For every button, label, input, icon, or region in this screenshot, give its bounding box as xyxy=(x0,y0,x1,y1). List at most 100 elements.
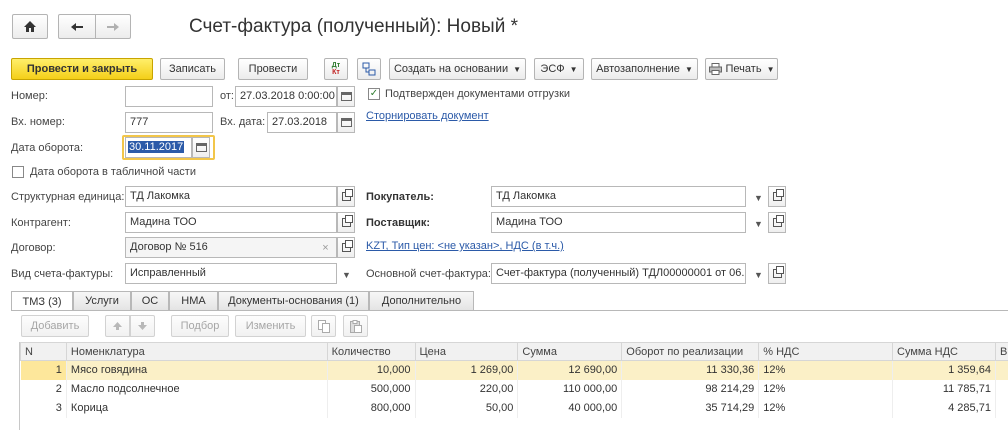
tab-tmz[interactable]: ТМЗ (3) xyxy=(11,291,73,311)
reverse-document-link[interactable]: Сторнировать документ xyxy=(366,110,489,122)
cell-n[interactable]: 1 xyxy=(20,360,67,380)
create-based-on-button[interactable]: Создать на основании ▼ xyxy=(389,58,526,80)
column-header[interactable]: Сумма НДС xyxy=(892,342,996,361)
column-header[interactable]: Сумма xyxy=(517,342,623,361)
base-invoice-dropdown-icon[interactable]: ▼ xyxy=(749,265,768,284)
calendar-icon xyxy=(340,92,352,101)
column-header[interactable]: В xyxy=(994,342,1008,361)
tab-services[interactable]: Услуги xyxy=(73,291,131,310)
paste-button[interactable] xyxy=(343,315,368,337)
selection-button[interactable]: Подбор xyxy=(171,315,229,337)
base-invoice-field[interactable]: Счет-фактура (полученный) ТДЛ00000001 от… xyxy=(491,263,746,284)
cell-price[interactable]: 1 269,00 xyxy=(415,360,519,380)
cell-vat-sum[interactable]: 4 285,71 xyxy=(892,398,996,418)
table-row[interactable]: 2 Масло подсолнечное 500,000 220,00 110 … xyxy=(20,379,1008,399)
buyer-open-button[interactable] xyxy=(768,186,786,207)
cell-extra[interactable] xyxy=(995,360,1008,380)
column-header[interactable]: N xyxy=(20,342,67,361)
cell-vat-rate[interactable]: 12% xyxy=(758,398,894,418)
column-header[interactable]: Цена xyxy=(414,342,519,361)
cell-vat-sum[interactable]: 1 359,64 xyxy=(892,360,996,380)
column-header[interactable]: Оборот по реализации xyxy=(621,342,760,361)
move-up-button[interactable] xyxy=(105,315,130,337)
cell-vat-rate[interactable]: 12% xyxy=(758,379,894,399)
date-from-field[interactable]: 27.03.2018 0:00:00 xyxy=(235,86,337,107)
cell-vat-sum[interactable]: 11 785,71 xyxy=(892,379,996,399)
cell-price[interactable]: 220,00 xyxy=(415,379,519,399)
in-date-calendar-button[interactable] xyxy=(337,112,355,133)
cell-turnover[interactable]: 35 714,29 xyxy=(621,398,760,418)
turnover-in-table-checkbox[interactable] xyxy=(12,166,24,178)
counterparty-open-button[interactable] xyxy=(337,212,355,233)
cell-sum[interactable]: 40 000,00 xyxy=(517,398,623,418)
supplier-field[interactable]: Мадина ТОО xyxy=(491,212,746,233)
buyer-field[interactable]: ТД Лакомка xyxy=(491,186,746,207)
change-button[interactable]: Изменить xyxy=(235,315,306,337)
counterparty-field[interactable]: Мадина ТОО xyxy=(125,212,337,233)
print-button[interactable]: Печать ▼ xyxy=(705,58,778,80)
tab-base-documents[interactable]: Документы-основания (1) xyxy=(218,291,369,310)
cell-qty[interactable]: 10,000 xyxy=(327,360,416,380)
cell-vat-rate[interactable]: 12% xyxy=(758,360,894,380)
in-number-field[interactable]: 777 xyxy=(125,112,213,133)
arrow-right-icon xyxy=(107,22,119,31)
page-title: Счет-фактура (полученный): Новый * xyxy=(189,16,518,37)
cell-n[interactable]: 3 xyxy=(20,398,67,418)
autofill-button[interactable]: Автозаполнение ▼ xyxy=(591,58,698,80)
contract-label: Договор: xyxy=(11,242,56,254)
post-button[interactable]: Провести xyxy=(238,58,308,80)
calendar-icon xyxy=(340,118,352,127)
column-header[interactable]: Номенклатура xyxy=(65,342,328,361)
cell-qty[interactable]: 500,000 xyxy=(327,379,416,399)
clear-icon[interactable]: × xyxy=(316,238,335,257)
tab-additional[interactable]: Дополнительно xyxy=(369,291,474,310)
number-field[interactable] xyxy=(125,86,213,107)
contract-open-button[interactable] xyxy=(337,237,355,258)
column-header[interactable]: % НДС xyxy=(758,342,894,361)
cell-name[interactable]: Корица xyxy=(66,398,328,418)
tab-fixed-assets[interactable]: ОС xyxy=(131,291,169,310)
table-row[interactable]: 1 Мясо говядина 10,000 1 269,00 12 690,0… xyxy=(20,360,1008,380)
price-settings-link[interactable]: KZT, Тип цен: <не указан>, НДС (в т.ч.) xyxy=(366,240,564,252)
turnover-date-field[interactable]: 30.11.2017 xyxy=(125,137,192,158)
table-row[interactable]: 3 Корица 800,000 50,00 40 000,00 35 714,… xyxy=(20,398,1008,418)
structure-button[interactable] xyxy=(357,58,381,80)
forward-button[interactable] xyxy=(95,14,131,39)
cell-name[interactable]: Мясо говядина xyxy=(66,360,328,380)
cell-sum[interactable]: 12 690,00 xyxy=(517,360,623,380)
confirmed-checkbox[interactable]: ✓ xyxy=(368,88,380,100)
cell-qty[interactable]: 800,000 xyxy=(327,398,416,418)
cell-turnover[interactable]: 11 330,36 xyxy=(621,360,760,380)
invoice-kind-dropdown-icon[interactable]: ▼ xyxy=(337,265,356,284)
cell-n[interactable]: 2 xyxy=(20,379,67,399)
esf-button[interactable]: ЭСФ ▼ xyxy=(534,58,584,80)
cell-sum[interactable]: 110 000,00 xyxy=(517,379,623,399)
save-button[interactable]: Записать xyxy=(160,58,225,80)
copy-button[interactable] xyxy=(311,315,336,337)
base-invoice-open-button[interactable] xyxy=(768,263,786,284)
invoice-kind-field[interactable]: Исправленный xyxy=(125,263,337,284)
cell-extra[interactable] xyxy=(995,398,1008,418)
buyer-dropdown-icon[interactable]: ▼ xyxy=(749,188,768,207)
struct-unit-field[interactable]: ТД Лакомка xyxy=(125,186,337,207)
turnover-date-calendar-button[interactable] xyxy=(192,137,210,158)
back-button[interactable] xyxy=(58,14,96,39)
in-date-field[interactable]: 27.03.2018 xyxy=(267,112,337,133)
supplier-open-button[interactable] xyxy=(768,212,786,233)
struct-unit-open-button[interactable] xyxy=(337,186,355,207)
post-and-close-button[interactable]: Провести и закрыть xyxy=(11,58,153,80)
supplier-dropdown-icon[interactable]: ▼ xyxy=(749,214,768,233)
cell-name[interactable]: Масло подсолнечное xyxy=(66,379,328,399)
add-row-button[interactable]: Добавить xyxy=(21,315,89,337)
cell-turnover[interactable]: 98 214,29 xyxy=(621,379,760,399)
date-from-calendar-button[interactable] xyxy=(337,86,355,107)
dt-kt-button[interactable]: Дт Кт xyxy=(324,58,348,80)
tab-intangible-assets[interactable]: НМА xyxy=(169,291,218,310)
column-header[interactable]: Количество xyxy=(326,342,416,361)
home-button[interactable] xyxy=(12,14,48,39)
move-down-button[interactable] xyxy=(130,315,155,337)
cell-price[interactable]: 50,00 xyxy=(415,398,519,418)
cell-extra[interactable] xyxy=(995,379,1008,399)
contract-field[interactable]: Договор № 516 xyxy=(125,237,337,258)
turnover-date-label: Дата оборота: xyxy=(11,142,84,154)
